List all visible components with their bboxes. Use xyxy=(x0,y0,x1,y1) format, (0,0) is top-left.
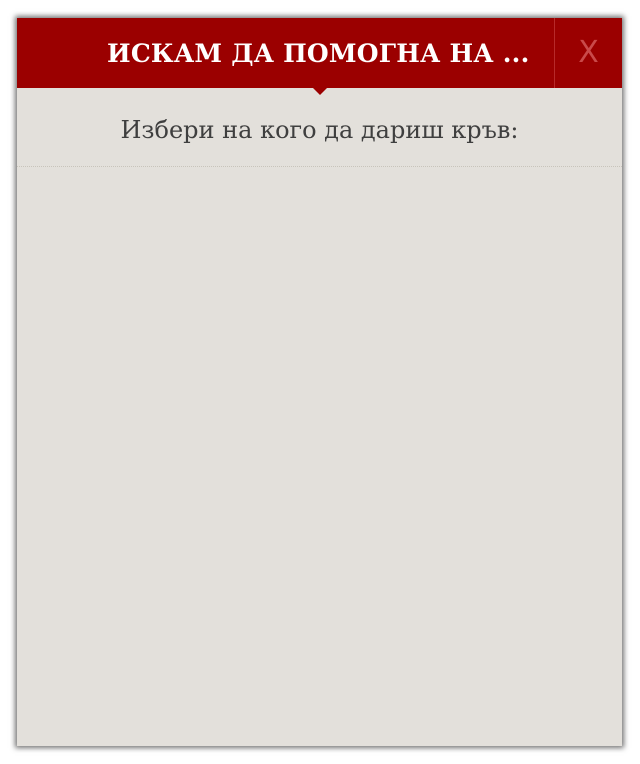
donate-dialog: ИСКАМ ДА ПОМОГНА НА ... X Избери на кого… xyxy=(17,18,622,746)
selection-prompt: Избери на кого да дариш кръв: xyxy=(17,88,622,167)
close-button[interactable]: X xyxy=(554,18,622,88)
recipient-list-area xyxy=(17,167,622,745)
header-pointer-arrow xyxy=(313,88,327,95)
close-icon[interactable]: X xyxy=(555,18,622,88)
dialog-title: ИСКАМ ДА ПОМОГНА НА ... xyxy=(107,39,530,68)
dialog-header: ИСКАМ ДА ПОМОГНА НА ... X xyxy=(17,18,622,95)
